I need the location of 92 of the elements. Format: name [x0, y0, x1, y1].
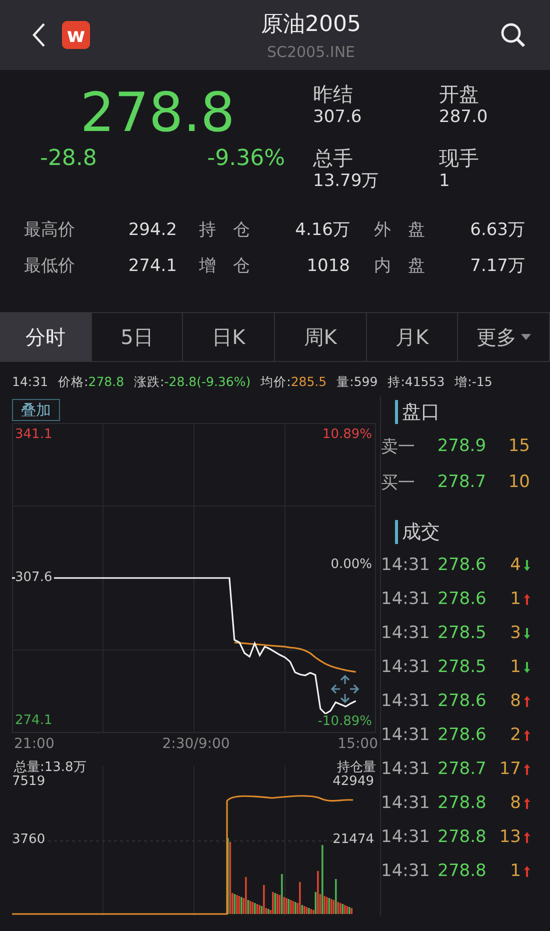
axis-label: 3760 — [12, 832, 46, 847]
overlay-button[interactable]: 叠加 — [12, 399, 60, 421]
field-label: 总手 — [313, 146, 354, 170]
total-volume: 总量:13.8万 — [14, 759, 86, 775]
trade-volume: 17 — [499, 759, 521, 779]
trade-time: 14:31 — [381, 827, 430, 847]
trade-price: 278.8 — [438, 793, 486, 813]
info-average: 均价:285.5 — [260, 374, 327, 391]
contract-code: SC2005.INE — [266, 43, 356, 61]
trade-volume: 8 — [510, 793, 521, 813]
axis-label: 42949 — [332, 774, 374, 789]
stat-value: 1018 — [306, 255, 350, 278]
axis-label: 10.89% — [322, 427, 372, 442]
field-value: 1 — [439, 170, 451, 192]
trade-price: 278.8 — [438, 827, 486, 847]
order-volume: 15 — [508, 436, 530, 456]
trade-time: 14:31 — [381, 623, 430, 643]
section-heading: 盘口 — [395, 400, 530, 424]
stat-label: 最高价 — [24, 219, 75, 242]
move-arrows-icon[interactable] — [330, 674, 360, 704]
trade-volume: 4 — [510, 555, 521, 575]
stat-label: 内 盘 — [374, 255, 425, 278]
trade-price: 278.5 — [438, 657, 486, 677]
order-price: 278.7 — [437, 472, 486, 492]
contract-title: 原油2005 — [261, 11, 361, 39]
trade-price: 278.6 — [438, 555, 486, 575]
stat-value: 4.16万 — [295, 219, 350, 242]
trade-price: 278.6 — [438, 589, 486, 609]
time-label: 15:00 — [338, 736, 378, 754]
trade-time: 14:31 — [381, 725, 430, 745]
info-increase: 增:-15 — [454, 374, 492, 391]
chart-tab[interactable]: 周K — [275, 313, 367, 361]
chart-tab[interactable]: 月K — [366, 313, 458, 361]
order-price: 278.9 — [437, 436, 486, 456]
trade-price: 278.6 — [438, 691, 486, 711]
stat-value: 7.17万 — [470, 255, 525, 278]
section-heading: 成交 — [395, 520, 530, 544]
last-price: 278.8 — [79, 82, 236, 144]
price-change: -28.8 — [40, 146, 97, 171]
field-value: 13.79万 — [313, 170, 380, 192]
trade-volume: 1 — [510, 861, 521, 881]
trade-time: 14:31 — [381, 793, 430, 813]
field-label: 昨结 — [313, 82, 354, 106]
info-holding: 持:41553 — [388, 374, 445, 391]
open-interest-title: 持仓量 — [337, 759, 376, 775]
axis-label: 21474 — [332, 832, 374, 847]
field-value: 307.6 — [313, 106, 363, 128]
stat-label: 外 盘 — [374, 219, 425, 242]
percent-change: -9.36% — [207, 146, 285, 171]
stat-label: 最低价 — [24, 255, 75, 278]
info-change: 涨跌:-28.8(-9.36%) — [134, 374, 251, 391]
trade-time: 14:31 — [381, 759, 430, 779]
trade-price: 278.5 — [438, 623, 486, 643]
search-icon[interactable] — [500, 22, 526, 48]
order-volume: 10 — [508, 472, 530, 492]
info-price: 价格:278.8 — [58, 374, 124, 391]
trade-time: 14:31 — [381, 555, 430, 575]
trade-volume: 8 — [510, 691, 521, 711]
trade-time: 14:31 — [381, 861, 430, 881]
order-level: 买一 — [381, 472, 415, 494]
trade-volume: 1 — [510, 589, 521, 609]
trade-volume: 13 — [499, 827, 521, 847]
chart-tab[interactable]: 5日 — [92, 313, 184, 361]
stat-value: 274.1 — [128, 255, 177, 278]
info-time: 14:31 — [12, 374, 48, 391]
back-icon[interactable] — [32, 22, 46, 48]
field-value: 287.0 — [439, 106, 489, 128]
stat-label: 增 仓 — [199, 255, 250, 278]
chart-tab[interactable]: 日K — [183, 313, 276, 361]
trade-price: 278.7 — [438, 759, 486, 779]
trade-price: 278.8 — [438, 861, 486, 881]
trade-volume: 3 — [510, 623, 521, 643]
chart-tab[interactable]: 分时 — [0, 313, 92, 361]
trade-time: 14:31 — [381, 691, 430, 711]
app-logo: w — [62, 21, 90, 49]
trade-price: 278.6 — [438, 725, 486, 745]
field-label: 现手 — [439, 146, 480, 170]
axis-label: 7519 — [12, 774, 46, 789]
axis-label: 0.00% — [330, 557, 372, 572]
stat-label: 持 仓 — [199, 219, 250, 242]
order-level: 卖一 — [381, 436, 415, 458]
trade-volume: 1 — [510, 657, 521, 677]
trade-time: 14:31 — [381, 657, 430, 677]
trade-volume: 2 — [510, 725, 521, 745]
chart-tab[interactable]: 更多 — [458, 313, 550, 361]
time-label: 2:30/9:00 — [162, 736, 230, 754]
stat-value: 6.63万 — [470, 219, 525, 242]
time-label: 21:00 — [14, 736, 54, 754]
trade-time: 14:31 — [381, 589, 430, 609]
field-label: 开盘 — [439, 82, 480, 106]
stat-value: 294.2 — [128, 219, 177, 242]
info-volume: 量:599 — [336, 374, 378, 391]
